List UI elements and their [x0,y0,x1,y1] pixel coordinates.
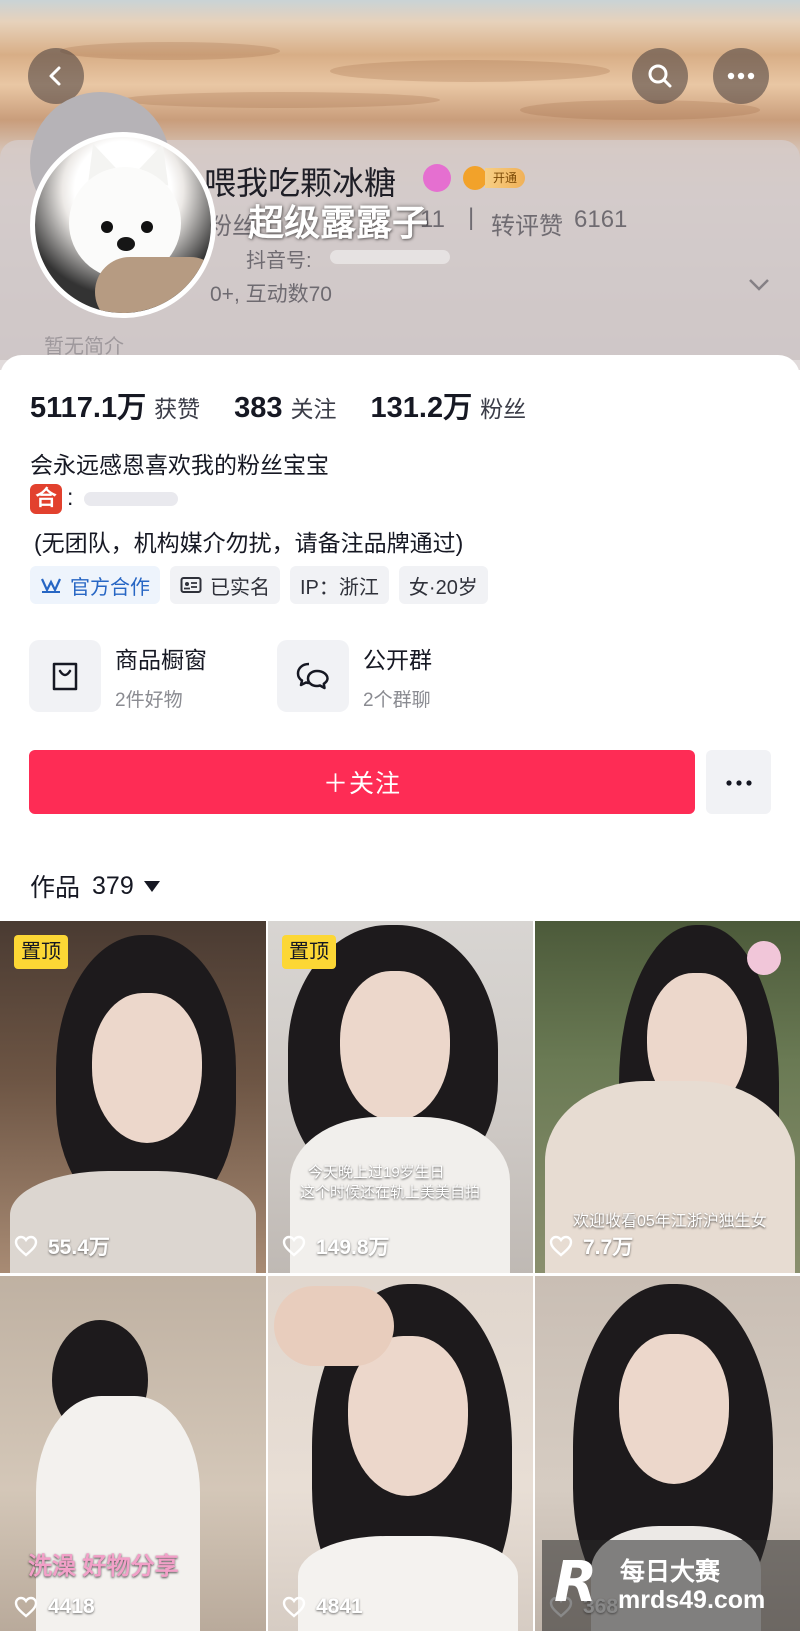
likes-count: 5117.1万 [30,392,147,424]
likes-count: 4841 [316,1595,363,1618]
stats-row: 5117.1万 获赞 383 关注 131.2万 粉丝 [30,384,560,426]
video-grid: 置顶 55.4万 置顶 今天晚上过19岁生日 这个时候还在轨上美美自拍 149.… [0,921,800,1631]
tag-ip-location: IP：浙江 [290,566,389,604]
cooperation-contact-blurred [84,492,178,506]
likes-label: 获赞 [154,396,201,422]
repost-label: 转评赞 [491,213,563,240]
pinned-badge: 置顶 [14,935,68,969]
video-likes: 4418 [14,1595,95,1619]
vip-label: 开通 [485,168,526,188]
official-cooperation-icon [40,576,62,594]
heart-icon [14,1235,38,1257]
chat-bubbles-icon [277,640,349,712]
works-count: 379 [92,871,134,900]
fans-count[interactable]: 131.2万 [371,384,473,426]
dropdown-caret-icon [143,880,160,892]
tag-label: 女·20岁 [408,576,478,599]
avatar[interactable] [30,132,216,318]
video-likes: 55.4万 [14,1231,110,1261]
overlay-caption: 超级露露子 [248,202,429,243]
more-options-button[interactable] [713,48,769,104]
video-thumbnail[interactable]: 洗澡 好物分享 4418 [0,1276,266,1631]
shopping-bag-icon [29,640,101,712]
following-count[interactable]: 383 [234,392,282,425]
heart-icon [14,1596,38,1618]
douyin-id-blurred [330,250,450,264]
tag-label: 官方合作 [70,576,150,599]
tag-label: IP：浙江 [300,576,379,599]
back-arrow-icon [44,64,68,88]
shop-window-sub: 2件好物 [115,689,183,711]
bio-line-1: 会永远感恩喜欢我的粉丝宝宝 [30,452,329,478]
profile-tags: 官方合作 已实名 IP：浙江 女·20岁 [30,566,498,604]
hand [274,1286,394,1366]
bio-line-3: (无团队，机构媒介勿扰，请备注品牌通过) [34,530,464,556]
more-dots-icon [725,773,752,791]
likes-count: 55.4万 [48,1236,110,1259]
heart-icon [549,1235,573,1257]
following-label[interactable]: 关注 [291,390,337,424]
heart-icon [282,1596,306,1618]
search-button[interactable] [632,48,688,104]
shop-window-entry[interactable]: 商品橱窗 2件好物 [29,640,207,712]
vip-badge[interactable]: 开通 [463,166,526,190]
works-tab[interactable]: 作品 379 [30,868,160,904]
tag-official-cooperation[interactable]: 官方合作 [30,566,160,604]
heart-icon [282,1235,306,1257]
public-group-entry[interactable]: 公开群 2个群聊 [277,640,432,712]
cooperation-badge-icon: 合 [30,484,62,514]
watermark: R 每日大赛 mrds49.com [542,1540,800,1631]
works-label: 作品 [30,874,81,902]
repost-value: 6161 [574,206,628,233]
search-icon [647,63,673,89]
watermark-title: 每日大赛 [620,1558,721,1586]
watermark-url: mrds49.com [618,1586,766,1614]
pinned-badge: 置顶 [282,935,336,969]
watermark-logo: R [554,1550,598,1615]
video-likes: 4841 [282,1595,363,1619]
tag-gender-age: 女·20岁 [398,566,488,604]
video-caption: 今天晚上过19岁生日 [308,1164,445,1181]
crown-icon [463,166,487,190]
cooperation-colon: : [67,484,74,510]
verified-badge-icon [423,164,451,192]
hair-flower [747,941,781,975]
public-group-title: 公开群 [363,646,432,673]
follow-button[interactable]: ＋关注 [29,750,695,814]
shop-window-title: 商品橱窗 [115,646,207,673]
likes-count: 7.7万 [583,1236,634,1259]
video-caption: 这个时候还在轨上美美自拍 [300,1184,481,1201]
video-caption: 欢迎收看05年江浙沪独生女 [573,1213,767,1230]
video-likes: 7.7万 [549,1231,633,1261]
id-card-icon [180,576,202,594]
video-caption: 洗澡 好物分享 [28,1553,179,1580]
video-thumbnail[interactable]: 置顶 55.4万 [0,921,266,1273]
tag-verified-name[interactable]: 已实名 [170,566,280,604]
video-thumbnail[interactable]: 欢迎收看05年江浙沪独生女 7.7万 [535,921,800,1273]
tag-label: 已实名 [210,576,270,599]
more-actions-button[interactable] [706,750,771,814]
video-thumbnail[interactable]: 4841 [268,1276,533,1631]
ghost-divider: | [468,204,475,231]
expand-chevron-icon[interactable] [748,278,770,297]
douyin-id-label: 抖音号: [246,250,312,272]
likes-count: 149.8万 [316,1236,390,1259]
interaction-count: 0+, 互动数70 [210,283,332,306]
video-likes: 149.8万 [282,1231,390,1261]
video-thumbnail[interactable]: 置顶 今天晚上过19岁生日 这个时候还在轨上美美自拍 149.8万 [268,921,533,1273]
more-dots-icon [727,72,755,80]
likes-count: 4418 [48,1595,95,1618]
fans-label[interactable]: 粉丝 [480,390,526,424]
public-group-sub: 2个群聊 [363,689,431,711]
